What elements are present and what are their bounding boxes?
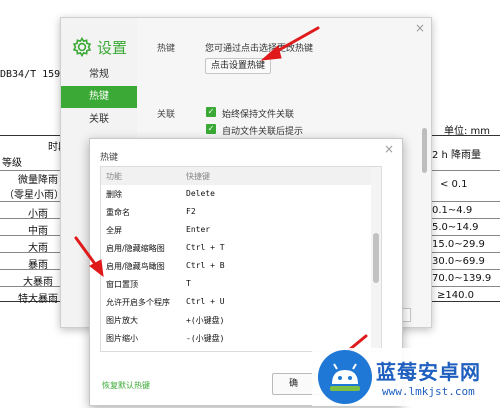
- watermark-name: 蓝莓安卓网: [376, 360, 481, 384]
- arrow-head-icon: [260, 45, 282, 61]
- arrow-head-icon: [89, 259, 104, 278]
- watermark-url: www.lmkjst.com: [382, 385, 475, 398]
- android-robot-icon: [318, 350, 372, 404]
- robot-glyph: [330, 363, 360, 391]
- watermark: 蓝莓安卓网 www.lmkjst.com: [312, 348, 500, 406]
- annotation-arrows: [74, 26, 368, 372]
